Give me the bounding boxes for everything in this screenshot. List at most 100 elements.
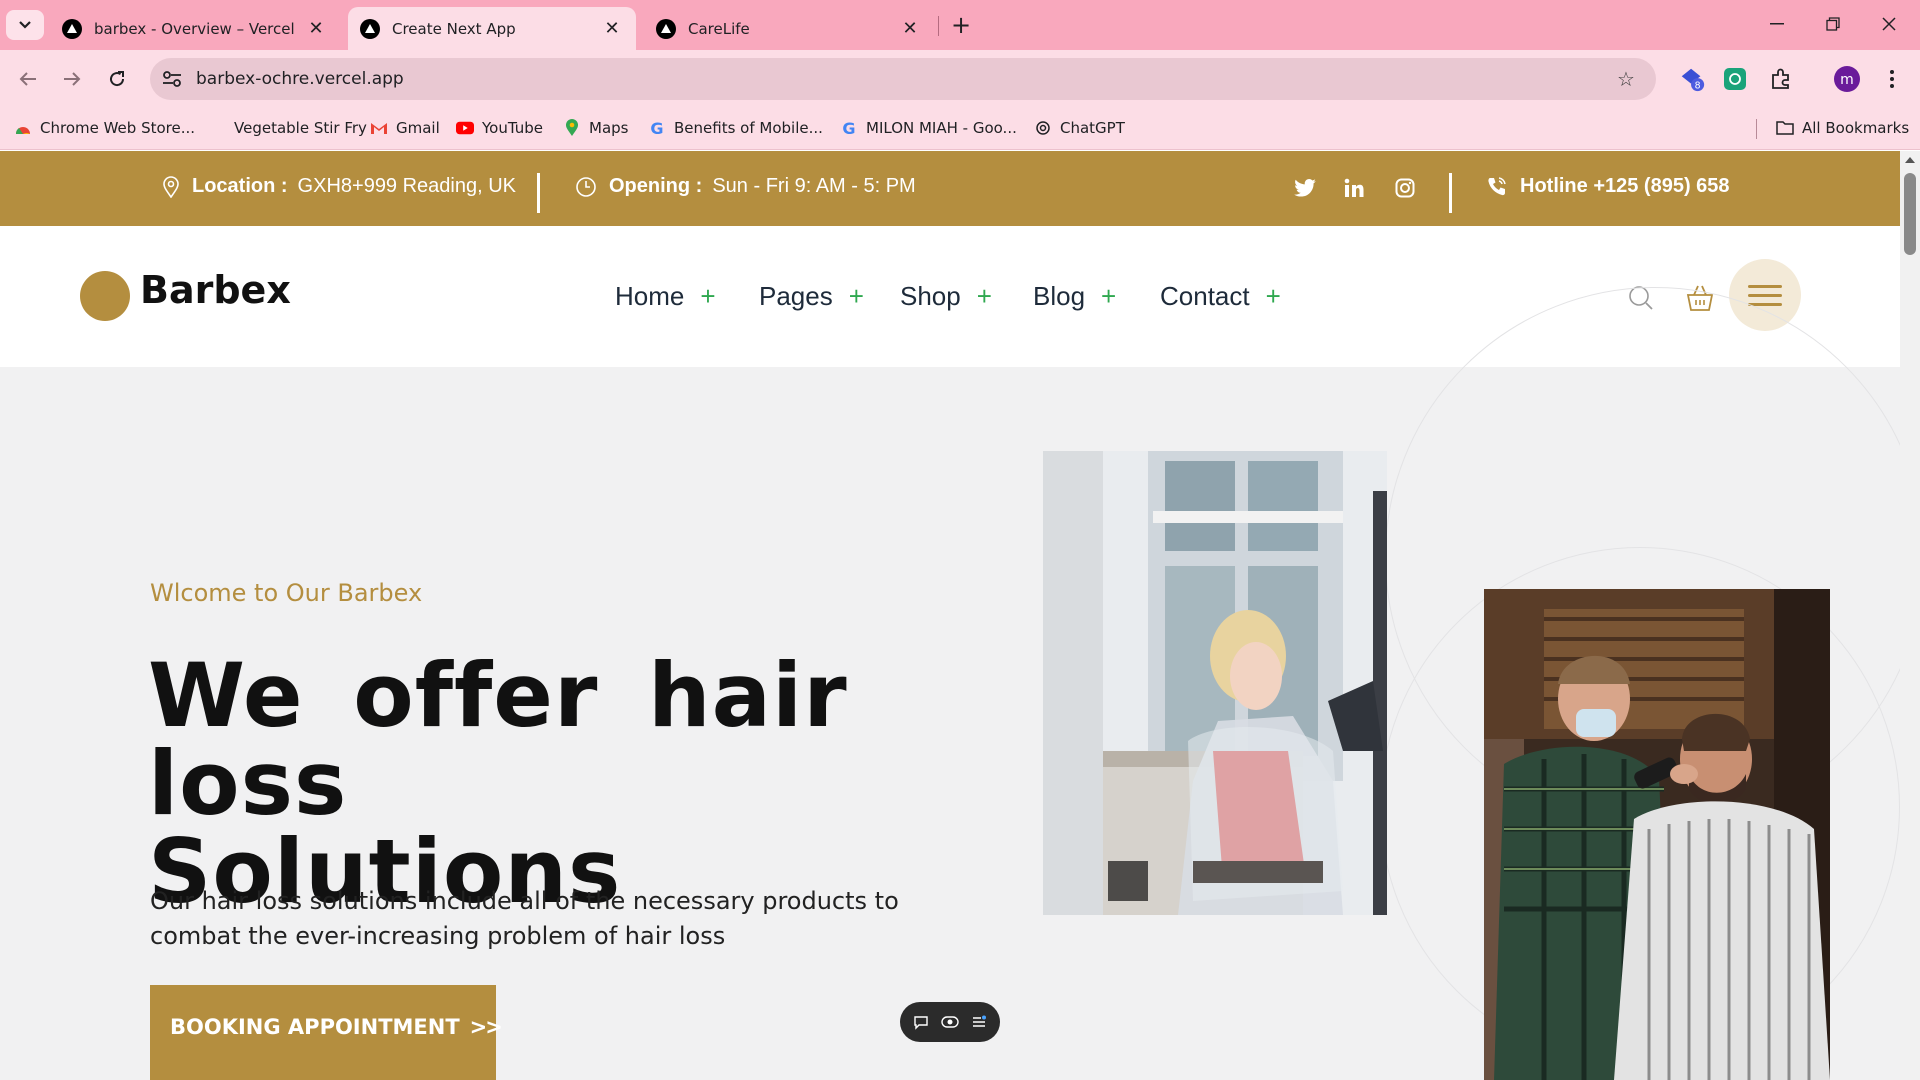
bookmark-maps[interactable]: Maps: [563, 119, 628, 137]
site-settings-icon[interactable]: [160, 67, 184, 91]
vercel-icon: [62, 18, 82, 39]
location-info: Location : GXH8+999 Reading, UK: [162, 175, 516, 198]
bookmark-label: YouTube: [482, 119, 543, 137]
cta-label: BOOKING APPOINTMENT: [170, 1015, 460, 1039]
minimize-icon: [1770, 23, 1784, 25]
restore-icon: [1826, 17, 1840, 31]
bookmark-star-icon[interactable]: ☆: [1614, 67, 1638, 91]
double-chevron-right-icon: >>: [469, 1015, 503, 1039]
close-tab-icon[interactable]: ✕: [900, 18, 920, 39]
hamburger-line: [1748, 293, 1782, 297]
close-tab-icon[interactable]: ✕: [602, 18, 622, 39]
nav-label: Contact: [1160, 281, 1250, 311]
bookmark-label: Gmail: [396, 119, 440, 137]
restore-button[interactable]: [1810, 8, 1856, 40]
welcome-text: Wlcome to Our Barbex: [150, 579, 423, 607]
bookmarks-divider: [1756, 119, 1757, 139]
bookmark-label: ChatGPT: [1060, 119, 1125, 137]
bookmark-chatgpt[interactable]: ChatGPT: [1034, 119, 1125, 137]
tab-separator: [938, 16, 939, 36]
plus-icon: +: [1101, 281, 1117, 311]
tab-barbex-overview[interactable]: barbex - Overview – Vercel ✕: [50, 7, 340, 50]
page-scrollbar[interactable]: [1900, 151, 1920, 1080]
extensions-puzzle-icon[interactable]: [1767, 65, 1795, 93]
vercel-icon: [656, 18, 676, 39]
nav-label: Blog: [1033, 281, 1086, 311]
logo-mark[interactable]: [80, 271, 130, 321]
hotline-info[interactable]: Hotline +125 (895) 658: [1486, 175, 1740, 198]
bookmark-label: Maps: [589, 119, 629, 137]
logo-text[interactable]: Barbex: [140, 268, 291, 312]
folder-icon: [1776, 119, 1794, 137]
bookmark-milon-miah[interactable]: G MILON MIAH - Goo...: [840, 119, 1017, 138]
bookmark-label: Vegetable Stir Fry: [234, 119, 367, 137]
nav-label: Shop: [900, 281, 961, 311]
url-text[interactable]: barbex-ochre.vercel.app: [196, 69, 404, 89]
arrow-right-icon: [64, 72, 81, 86]
extension-badge-count: 8: [1695, 80, 1701, 91]
address-bar[interactable]: barbex-ochre.vercel.app ☆: [150, 58, 1656, 100]
booking-appointment-button[interactable]: BOOKING APPOINTMENT >>: [150, 985, 503, 1080]
minimize-button[interactable]: [1754, 8, 1800, 40]
location-label: Location :: [192, 175, 288, 197]
hamburger-line: [1748, 284, 1782, 288]
strip-divider: [537, 173, 540, 213]
bookmark-youtube[interactable]: YouTube: [456, 119, 543, 137]
nav-pages[interactable]: Pages +: [759, 281, 864, 312]
linkedin-icon[interactable]: [1341, 175, 1367, 201]
close-window-button[interactable]: [1866, 8, 1912, 40]
floating-toolbar: [900, 1002, 1000, 1042]
forward-button[interactable]: [54, 61, 90, 97]
profile-avatar[interactable]: m: [1833, 65, 1861, 93]
list-menu-icon[interactable]: [971, 1014, 987, 1030]
instagram-icon[interactable]: [1392, 175, 1418, 201]
nav-blog[interactable]: Blog +: [1033, 281, 1116, 312]
scroll-up-icon[interactable]: [1905, 157, 1915, 163]
back-button[interactable]: [10, 61, 46, 97]
plus-icon: +: [1265, 281, 1281, 311]
opening-label: Opening :: [609, 175, 703, 197]
tab-title: CareLife: [688, 19, 750, 38]
twitter-icon[interactable]: [1292, 175, 1318, 201]
bookmark-benefits-of-mobile[interactable]: G Benefits of Mobile...: [648, 118, 823, 138]
tab-carelife[interactable]: CareLife ✕: [644, 7, 934, 50]
bookmark-label: Benefits of Mobile...: [674, 119, 823, 137]
bookmark-gmail[interactable]: Gmail: [370, 119, 440, 137]
nav-label: Home: [615, 281, 685, 311]
profile-initial: m: [1840, 72, 1854, 88]
reload-button[interactable]: [99, 61, 135, 97]
chatgpt-icon: [1034, 119, 1052, 137]
browser-menu-icon[interactable]: [1878, 65, 1906, 93]
nav-shop[interactable]: Shop +: [900, 281, 992, 312]
phone-icon: [1486, 176, 1508, 198]
close-tab-icon[interactable]: ✕: [306, 18, 326, 39]
chevron-down-icon: [19, 21, 31, 29]
bookmark-chrome-web-store[interactable]: Chrome Web Store...: [14, 119, 195, 137]
all-bookmarks-button[interactable]: All Bookmarks: [1776, 119, 1909, 137]
bookmark-vegetable-stir-fry[interactable]: Vegetable Stir Fry: [234, 119, 367, 137]
scrollbar-thumb[interactable]: [1904, 173, 1916, 255]
tab-create-next-app[interactable]: Create Next App ✕: [348, 7, 636, 50]
tab-search-button[interactable]: [6, 10, 44, 40]
tab-title: barbex - Overview – Vercel: [94, 19, 295, 38]
bookmarks-bar: Chrome Web Store... Vegetable Stir Fry G…: [0, 108, 1920, 150]
extension-badge-icon[interactable]: 8: [1678, 65, 1706, 93]
vercel-icon: [360, 18, 380, 39]
google-icon: G: [650, 118, 664, 138]
clock-icon: [575, 176, 597, 198]
nav-label: Pages: [759, 281, 833, 311]
chatgpt-extension-icon[interactable]: [1721, 65, 1749, 93]
web-page: Location : GXH8+999 Reading, UK Opening …: [0, 151, 1900, 1080]
plus-icon: +: [976, 281, 992, 311]
browser-tab-bar: barbex - Overview – Vercel ✕ Create Next…: [0, 0, 1920, 50]
hotline-text: Hotline +125 (895) 658: [1520, 175, 1730, 197]
comment-icon[interactable]: [913, 1014, 929, 1030]
bookmark-label: MILON MIAH - Goo...: [866, 119, 1017, 137]
nav-contact[interactable]: Contact +: [1160, 281, 1281, 312]
new-tab-button[interactable]: +: [946, 10, 976, 40]
nav-home[interactable]: Home +: [615, 281, 716, 312]
location-value: GXH8+999 Reading, UK: [297, 175, 517, 197]
hero-section: Wlcome to Our Barbex We offer hair loss …: [0, 287, 1900, 1080]
toggle-view-icon[interactable]: [941, 1014, 959, 1030]
chrome-store-icon: [14, 119, 32, 137]
